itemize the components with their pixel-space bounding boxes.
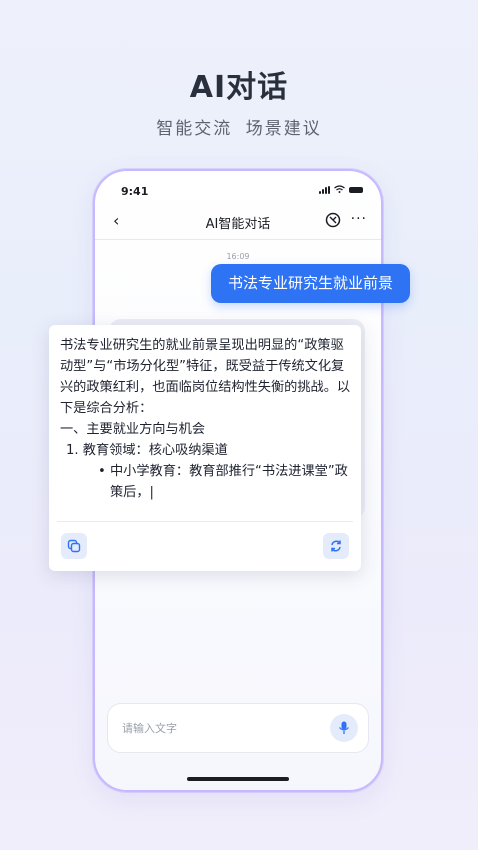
home-indicator [187, 777, 289, 781]
answer-section-heading: 一、主要就业方向与机会 [60, 422, 206, 437]
hero-subtitle: 智能交流 场景建议 [156, 119, 322, 139]
answer-paragraph: 书法专业研究生的就业前景呈现出明显的“政策驱动型”与“市场分化型”特征，既受益于… [60, 338, 351, 416]
battery-icon [349, 187, 363, 193]
input-placeholder: 请输入文字 [122, 722, 177, 735]
wifi-icon [334, 185, 345, 195]
copy-button[interactable] [61, 533, 87, 559]
bullet-text: 中小学教育：教育部推行“书法进课堂”政策后，| [110, 464, 348, 500]
answer-bullet-item: • 中小学教育：教育部推行“书法进课堂”政策后，| [60, 461, 354, 503]
bullet-mark: • [98, 464, 106, 479]
answer-text: 书法专业研究生的就业前景呈现出明显的“政策驱动型”与“市场分化型”特征，既受益于… [60, 335, 354, 503]
answer-list-item: 1. 教育领域：核心吸纳渠道 [66, 443, 228, 458]
copy-icon [67, 539, 81, 553]
more-button[interactable]: ··· [351, 211, 367, 227]
status-icons [319, 185, 363, 195]
message-input[interactable]: 请输入文字 [107, 703, 369, 753]
nav-divider [95, 239, 381, 240]
ai-answer-card: 书法专业研究生的就业前景呈现出明显的“政策驱动型”与“市场分化型”特征，既受益于… [49, 325, 361, 571]
hero-title: AI对话 [189, 70, 289, 105]
user-message-bubble: 书法专业研究生就业前景 [211, 264, 410, 303]
microphone-icon [339, 721, 349, 734]
history-icon[interactable] [325, 212, 341, 228]
answer-divider [57, 521, 353, 522]
refresh-icon [331, 540, 341, 552]
microphone-button[interactable] [330, 714, 358, 742]
signal-icon [319, 186, 330, 194]
message-timestamp: 16:09 [226, 252, 250, 261]
status-time: 9:41 [121, 185, 149, 198]
refresh-button[interactable] [323, 533, 349, 559]
